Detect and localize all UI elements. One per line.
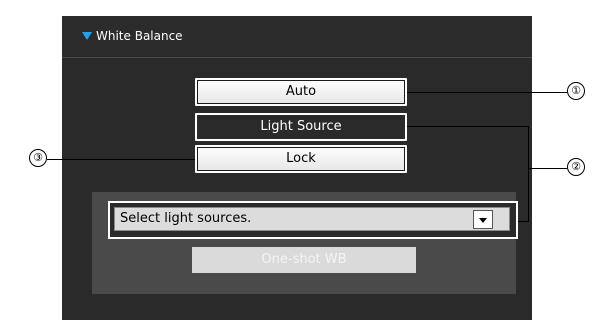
triangle-down-icon[interactable] [82,32,92,40]
auto-button[interactable]: Auto [195,78,407,106]
callout-1: ① [567,82,585,100]
section-title: White Balance [96,29,183,43]
light-source-select-value: Select light sources. [120,211,252,226]
callout-2-line-mid [528,168,567,169]
callout-2: ② [567,158,585,176]
callout-3-line [47,159,195,160]
callout-3: ③ [29,149,47,167]
light-source-button[interactable]: Light Source [195,113,407,141]
chevron-down-icon[interactable] [473,210,493,229]
callout-1-line [407,92,567,93]
one-shot-wb-button: One-shot WB [192,247,416,273]
callout-2-line-top [407,126,529,127]
lock-button[interactable]: Lock [195,145,407,173]
divider [62,57,532,58]
callout-2-line-bottom [518,221,529,222]
callout-2-line-vertical [528,126,529,222]
